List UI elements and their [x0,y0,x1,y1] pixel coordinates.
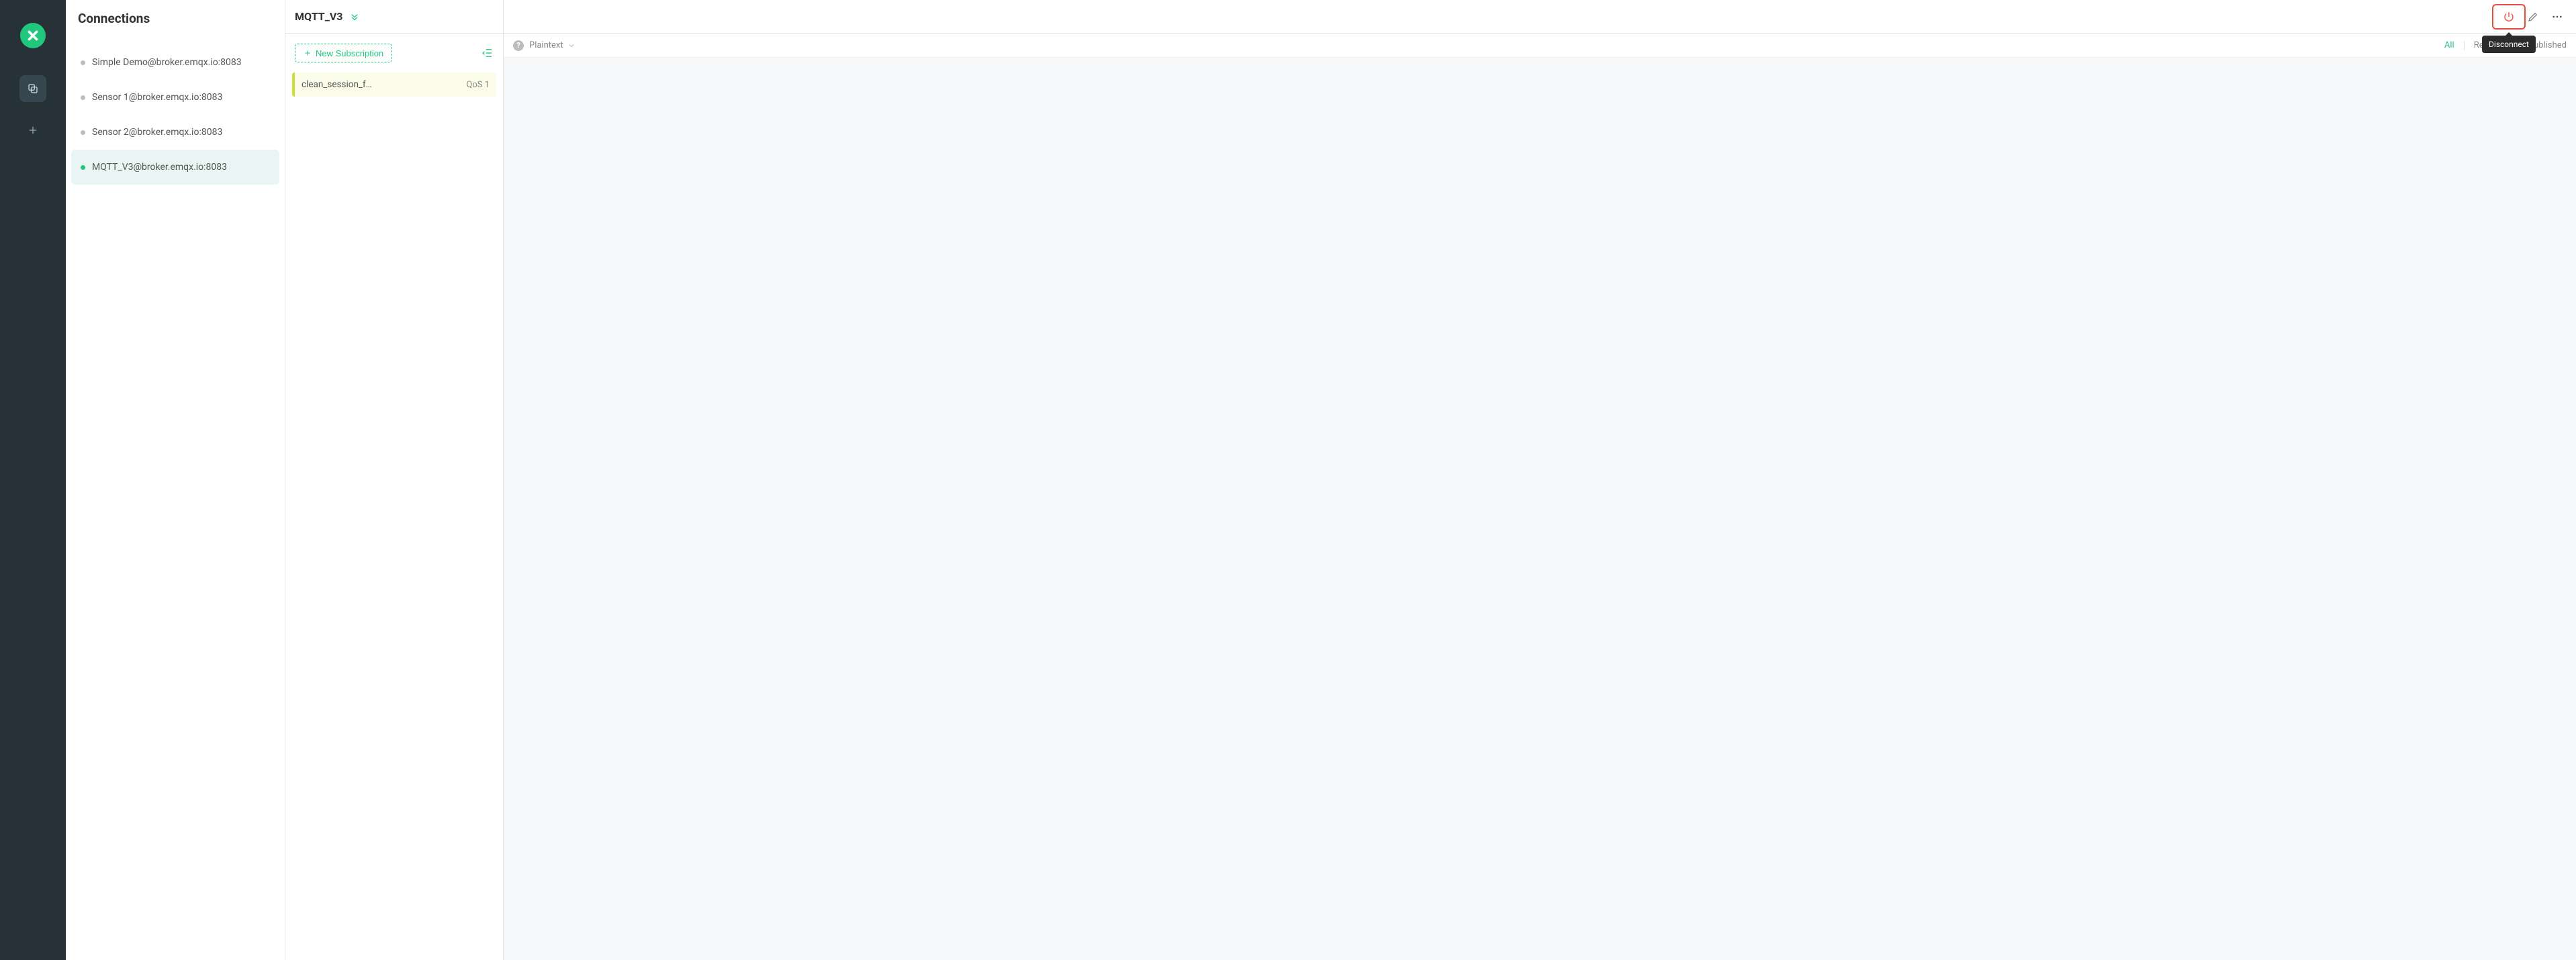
format-select[interactable]: Plaintext [529,40,576,50]
subscription-item[interactable]: clean_session_f… QoS 1 [292,73,496,97]
sidebar-title: Connections [66,11,285,45]
connection-header: MQTT_V3 [285,0,503,34]
header-actions: Disconnect [2499,7,2567,26]
connection-label: MQTT_V3@broker.emqx.io:8083 [92,162,227,173]
subscription-list: clean_session_f… QoS 1 [285,73,503,97]
nav-connections[interactable] [19,75,46,102]
plus-icon [27,124,39,136]
connection-list: Simple Demo@broker.emqx.io:8083 Sensor 1… [66,45,285,185]
tab-all[interactable]: All [2444,40,2454,50]
chevron-double-down-icon [349,11,360,22]
message-area [504,58,2576,960]
status-dot [81,130,85,135]
collapse-subscriptions[interactable] [481,47,494,59]
subscription-toolbar: New Subscription [285,34,503,73]
connection-item[interactable]: Sensor 1@broker.emqx.io:8083 [71,80,279,115]
status-dot [81,165,85,170]
new-subscription-label: New Subscription [316,48,383,58]
connections-sidebar: Connections Simple Demo@broker.emqx.io:8… [66,0,285,960]
nav-rail [0,0,66,960]
help-icon[interactable]: ? [513,40,524,51]
format-label: Plaintext [529,40,563,50]
plus-icon [304,49,312,57]
subscription-panel: MQTT_V3 New Subscription clean_session_f… [285,0,504,960]
app-logo [20,23,46,48]
chevron-down-icon [567,42,576,50]
nav-add[interactable] [19,117,46,144]
main-header: Disconnect [504,0,2576,34]
pencil-icon [2527,11,2539,23]
filter-bar: ? Plaintext All Received Published [504,34,2576,58]
expand-connection[interactable] [349,11,360,22]
status-dot [81,95,85,100]
subscription-color-stripe [292,73,295,97]
divider [2464,41,2465,50]
connection-name: MQTT_V3 [295,10,342,23]
filter-left: ? Plaintext [513,40,576,51]
copy-icon [27,83,39,95]
connection-label: Sensor 2@broker.emqx.io:8083 [92,127,222,138]
dots-horizontal-icon [2551,11,2563,23]
power-icon [2503,11,2515,23]
edit-button[interactable] [2524,7,2542,26]
connection-item[interactable]: Sensor 2@broker.emqx.io:8083 [71,115,279,150]
collapse-icon [481,47,494,59]
status-dot [81,60,85,65]
subscription-qos: QoS 1 [466,80,490,90]
subscription-topic: clean_session_f… [302,79,461,90]
more-menu-button[interactable] [2548,7,2567,26]
message-panel: Disconnect ? Plaintext All Received Publ… [504,0,2576,960]
connection-label: Sensor 1@broker.emqx.io:8083 [92,92,222,103]
logo-icon [26,28,40,43]
disconnect-tooltip: Disconnect [2482,36,2536,53]
connection-label: Simple Demo@broker.emqx.io:8083 [92,57,242,68]
new-subscription-button[interactable]: New Subscription [295,44,392,62]
connection-item[interactable]: Simple Demo@broker.emqx.io:8083 [71,45,279,80]
connection-item-active[interactable]: MQTT_V3@broker.emqx.io:8083 [71,150,279,185]
disconnect-button[interactable]: Disconnect [2499,7,2518,26]
